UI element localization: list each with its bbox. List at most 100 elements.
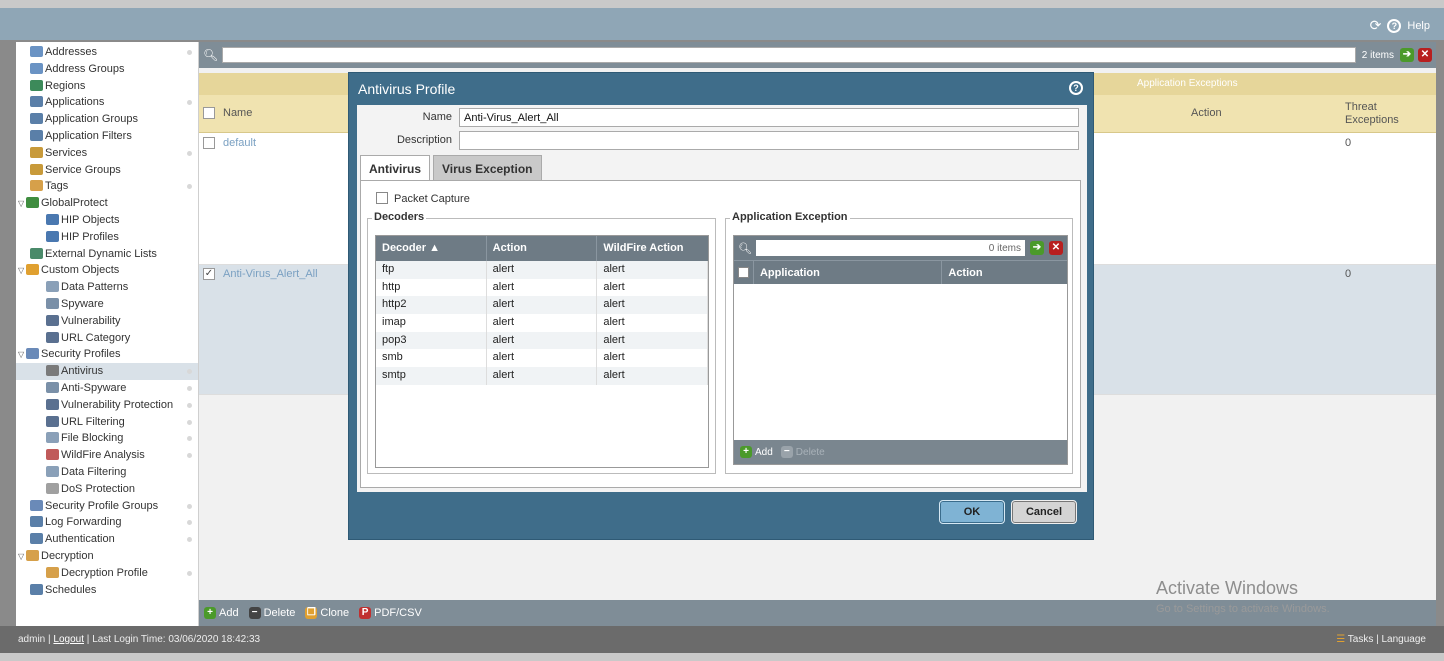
- decoder-row[interactable]: ftp alert alert: [376, 261, 709, 279]
- filter-input[interactable]: [222, 47, 1356, 63]
- sidebar-item-anti-spyware[interactable]: Anti-Spyware: [16, 380, 198, 397]
- action-cell[interactable]: alert: [487, 349, 598, 368]
- wildfire-action-cell[interactable]: alert: [597, 314, 709, 332]
- col-name[interactable]: Name: [223, 107, 252, 119]
- clear-filter-icon[interactable]: ✕: [1049, 241, 1063, 255]
- wildfire-action-cell[interactable]: alert: [597, 261, 709, 279]
- col-app-action[interactable]: Action: [942, 261, 1067, 284]
- col-decoder[interactable]: Decoder ▲: [376, 236, 487, 261]
- sidebar-item-security-profiles[interactable]: ▽ Security Profiles: [16, 346, 198, 363]
- wildfire-action-cell[interactable]: alert: [597, 296, 709, 315]
- tab-antivirus[interactable]: Antivirus: [360, 155, 431, 183]
- action-cell[interactable]: alert: [487, 367, 598, 385]
- select-all-checkbox[interactable]: [203, 107, 215, 119]
- col-action[interactable]: Action: [487, 236, 598, 261]
- wildfire-action-cell[interactable]: alert: [597, 349, 709, 368]
- sidebar-item-addresses[interactable]: Addresses: [16, 44, 198, 61]
- sidebar-item-schedules[interactable]: Schedules: [16, 582, 198, 599]
- name-input[interactable]: [459, 108, 1079, 127]
- sidebar-item-application-filters[interactable]: Application Filters: [16, 128, 198, 145]
- app-select-all[interactable]: [734, 261, 754, 284]
- help-icon[interactable]: ?: [1387, 18, 1402, 33]
- sidebar-item-tags[interactable]: Tags: [16, 178, 198, 195]
- sidebar-item-hip-objects[interactable]: HIP Objects: [16, 212, 198, 229]
- sidebar-item-spyware[interactable]: Spyware: [16, 296, 198, 313]
- sidebar-item-decryption[interactable]: ▽ Decryption: [16, 548, 198, 565]
- app-select-all-checkbox[interactable]: [738, 267, 749, 278]
- sidebar-item-dos-protection[interactable]: DoS Protection: [16, 481, 198, 498]
- add-button[interactable]: + Add: [204, 607, 239, 619]
- decoder-row[interactable]: smb alert alert: [376, 349, 709, 368]
- row-name[interactable]: Anti-Virus_Alert_All: [223, 268, 318, 280]
- cancel-button[interactable]: Cancel: [1011, 500, 1077, 524]
- sidebar-item-decryption-profile[interactable]: Decryption Profile: [16, 565, 198, 582]
- sidebar-item-globalprotect[interactable]: ▽ GlobalProtect: [16, 195, 198, 212]
- sidebar-item-external-dynamic-lists[interactable]: External Dynamic Lists: [16, 246, 198, 263]
- sidebar-item-vulnerability[interactable]: Vulnerability: [16, 313, 198, 330]
- sidebar-item-address-groups[interactable]: Address Groups: [16, 61, 198, 78]
- help-link[interactable]: Help: [1407, 20, 1430, 32]
- decoder-row[interactable]: smtp alert alert: [376, 367, 709, 385]
- delete-button[interactable]: − Delete: [248, 607, 295, 619]
- tasks-icon[interactable]: ☰: [1336, 634, 1345, 645]
- sidebar-item-applications[interactable]: Applications: [16, 94, 198, 111]
- wildfire-action-cell[interactable]: alert: [597, 331, 709, 350]
- row-checkbox[interactable]: [203, 137, 215, 149]
- sidebar-item-custom-objects[interactable]: ▽ Custom Objects: [16, 262, 198, 279]
- pdf-csv-button[interactable]: P PDF/CSV: [359, 607, 422, 619]
- sidebar-item-antivirus[interactable]: Antivirus: [16, 363, 198, 380]
- clone-button[interactable]: ❐ Clone: [305, 607, 349, 619]
- sidebar-item-vulnerability-protection[interactable]: Vulnerability Protection: [16, 397, 198, 414]
- expand-toggle-icon[interactable]: ▽: [18, 347, 26, 364]
- action-cell[interactable]: alert: [487, 261, 598, 279]
- clear-filter-icon[interactable]: ✕: [1418, 48, 1432, 62]
- app-filter-input[interactable]: 0 items: [755, 240, 1025, 256]
- app-add-button[interactable]: + Add: [740, 446, 773, 458]
- decoder-row[interactable]: imap alert alert: [376, 314, 709, 332]
- action-cell[interactable]: alert: [487, 331, 598, 350]
- sidebar-item-data-filtering[interactable]: Data Filtering: [16, 464, 198, 481]
- expand-toggle-icon[interactable]: ▽: [18, 549, 26, 566]
- apply-filter-icon[interactable]: ➔: [1400, 48, 1414, 62]
- sidebar-item-wildfire-analysis[interactable]: WildFire Analysis: [16, 447, 198, 464]
- tab-virus-exception[interactable]: Virus Exception: [433, 155, 542, 181]
- description-input[interactable]: [459, 131, 1079, 150]
- sidebar-item-service-groups[interactable]: Service Groups: [16, 162, 198, 179]
- refresh-icon[interactable]: ⟳: [1370, 17, 1382, 34]
- sidebar-item-authentication[interactable]: Authentication: [16, 531, 198, 548]
- sidebar-item-data-patterns[interactable]: Data Patterns: [16, 279, 198, 296]
- logout-link[interactable]: Logout: [53, 634, 84, 645]
- col-threat-exceptions[interactable]: Threat Exceptions: [1345, 101, 1405, 127]
- sidebar-item-hip-profiles[interactable]: HIP Profiles: [16, 229, 198, 246]
- wildfire-action-cell[interactable]: alert: [597, 367, 709, 385]
- sidebar-item-log-forwarding[interactable]: Log Forwarding: [16, 514, 198, 531]
- sidebar-item-security-profile-groups[interactable]: Security Profile Groups: [16, 498, 198, 515]
- apply-filter-icon[interactable]: ➔: [1030, 241, 1044, 255]
- action-cell[interactable]: alert: [487, 278, 598, 297]
- language-link[interactable]: Language: [1382, 634, 1427, 645]
- sidebar-item-regions[interactable]: Regions: [16, 78, 198, 95]
- sidebar-item-application-groups[interactable]: Application Groups: [16, 111, 198, 128]
- sidebar-item-url-filtering[interactable]: URL Filtering: [16, 414, 198, 431]
- row-checkbox-checked[interactable]: ✓: [203, 268, 215, 280]
- decoder-row[interactable]: http2 alert alert: [376, 296, 709, 315]
- sidebar-item-services[interactable]: Services: [16, 145, 198, 162]
- tasks-link[interactable]: Tasks: [1348, 634, 1374, 645]
- ok-button[interactable]: OK: [939, 500, 1005, 524]
- packet-capture-checkbox[interactable]: [376, 192, 388, 204]
- expand-toggle-icon[interactable]: ▽: [18, 196, 26, 213]
- decoder-row[interactable]: pop3 alert alert: [376, 331, 709, 350]
- col-wildfire-action[interactable]: WildFire Action: [597, 236, 708, 261]
- expand-toggle-icon[interactable]: ▽: [18, 263, 26, 280]
- action-cell[interactable]: alert: [487, 296, 598, 315]
- col-application[interactable]: Application: [754, 261, 943, 284]
- dialog-help-icon[interactable]: ?: [1069, 81, 1083, 95]
- row-threat: 0: [1345, 268, 1352, 280]
- row-name[interactable]: default: [223, 137, 256, 149]
- col-action[interactable]: Action: [1191, 107, 1222, 119]
- sidebar-item-file-blocking[interactable]: File Blocking: [16, 430, 198, 447]
- action-cell[interactable]: alert: [487, 314, 598, 332]
- decoder-row[interactable]: http alert alert: [376, 278, 709, 297]
- sidebar-item-url-category[interactable]: URL Category: [16, 330, 198, 347]
- wildfire-action-cell[interactable]: alert: [597, 278, 709, 297]
